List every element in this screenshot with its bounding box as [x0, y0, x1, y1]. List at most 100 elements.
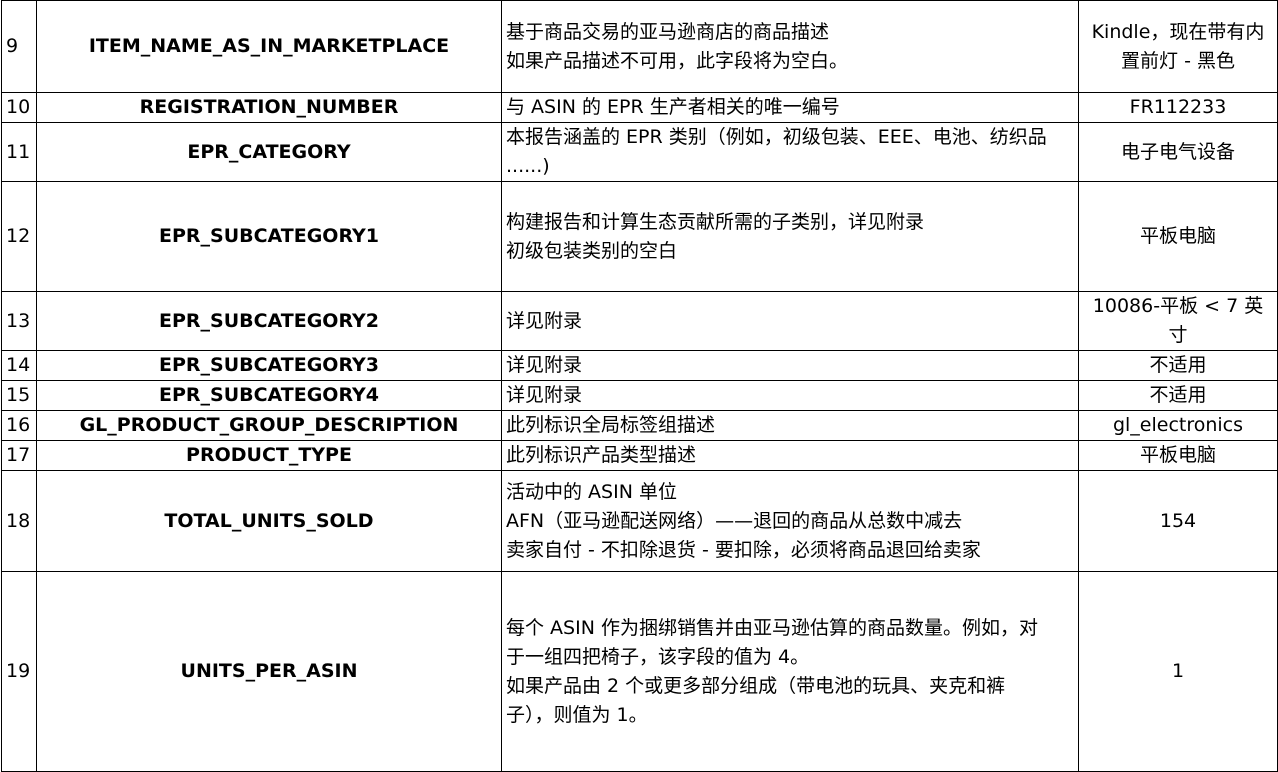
table-row: 18 TOTAL_UNITS_SOLD 活动中的 ASIN 单位 AFN（亚马逊配送网…: [1, 470, 1278, 572]
description-line: AFN（亚马逊配送网络）——退回的商品从总数中减去: [506, 509, 963, 532]
row-number-cell: 18: [1, 470, 37, 572]
description-line: 此列标识全局标签组描述: [506, 414, 716, 436]
row-number: 16: [6, 414, 31, 436]
row-number-cell: 14: [1, 350, 37, 381]
field-name: GL_PRODUCT_GROUP_DESCRIPTION: [79, 414, 459, 436]
field-name-cell: ITEM_NAME_AS_IN_MARKETPLACE: [36, 0, 502, 93]
example-line: FR112233: [1129, 96, 1227, 118]
description-line: 于一组四把椅子，该字段的值为 4。: [506, 645, 810, 668]
field-name-cell: GL_PRODUCT_GROUP_DESCRIPTION: [36, 410, 502, 441]
description-line: 如果产品描述不可用，此字段将为空白。: [506, 49, 849, 72]
field-name-cell: EPR_SUBCATEGORY3: [36, 350, 502, 381]
row-number-cell: 15: [1, 380, 37, 411]
example-line: Kindle，现在带有内: [1091, 20, 1265, 43]
example-cell: 不适用: [1078, 350, 1278, 381]
table-row: 16 GL_PRODUCT_GROUP_DESCRIPTION 此列标识全局标签组描…: [1, 410, 1278, 441]
field-name: ITEM_NAME_AS_IN_MARKETPLACE: [88, 35, 450, 57]
example-line: 不适用: [1149, 354, 1207, 376]
row-number: 13: [6, 309, 31, 332]
description-cell: 与 ASIN 的 EPR 生产者相关的唯一编号: [501, 92, 1079, 123]
description-line: 详见附录: [506, 384, 583, 406]
example-cell: 10086-平板 < 7 英寸: [1078, 291, 1278, 351]
field-name-cell: EPR_SUBCATEGORY1: [36, 181, 502, 292]
field-name-cell: TOTAL_UNITS_SOLD: [36, 470, 502, 572]
description-line: 详见附录: [506, 354, 583, 376]
example-line: 10086-平板 < 7 英: [1092, 295, 1264, 317]
row-number-cell: 11: [1, 122, 37, 182]
example-line: 不适用: [1149, 384, 1207, 406]
example-cell: 平板电脑: [1078, 181, 1278, 292]
table-row: 14 EPR_SUBCATEGORY3 详见附录 不适用: [1, 350, 1278, 381]
field-definition-table: 9 ITEM_NAME_AS_IN_MARKETPLACE 基于商品交易的亚马逊商店…: [1, 0, 1278, 772]
description-line: ......): [506, 155, 550, 177]
example-line: 电子电气设备: [1120, 140, 1235, 163]
description-cell: 此列标识产品类型描述: [501, 440, 1079, 471]
field-name-cell: PRODUCT_TYPE: [36, 440, 502, 471]
row-number-cell: 12: [1, 181, 37, 292]
row-number: 11: [6, 140, 31, 163]
description-cell: 本报告涵盖的 EPR 类别（例如，初级包装、EEE、电池、纺织品......): [501, 122, 1079, 182]
row-number: 15: [6, 384, 31, 406]
description-line: 本报告涵盖的 EPR 类别（例如，初级包装、EEE、电池、纺织品: [506, 126, 1047, 148]
row-number: 18: [6, 509, 31, 532]
field-name: EPR_SUBCATEGORY2: [158, 309, 380, 332]
example-line: 平板电脑: [1139, 444, 1216, 466]
example-cell: 154: [1078, 470, 1278, 572]
description-cell: 详见附录: [501, 350, 1079, 381]
example-cell: 电子电气设备: [1078, 122, 1278, 182]
row-number-cell: 9: [1, 0, 37, 93]
field-name-cell: EPR_SUBCATEGORY4: [36, 380, 502, 411]
row-number: 14: [6, 354, 31, 376]
description-line: 基于商品交易的亚马逊商店的商品描述: [506, 20, 830, 43]
example-line: 寸: [1168, 324, 1188, 346]
field-name: TOTAL_UNITS_SOLD: [164, 509, 374, 532]
table-row: 9 ITEM_NAME_AS_IN_MARKETPLACE 基于商品交易的亚马逊商店…: [1, 0, 1278, 93]
example-cell: gl_electronics: [1078, 410, 1278, 441]
table-body: 9 ITEM_NAME_AS_IN_MARKETPLACE 基于商品交易的亚马逊商店…: [1, 0, 1278, 772]
description-cell: 构建报告和计算生态贡献所需的子类别，详见附录 初级包装类别的空白: [501, 181, 1079, 292]
row-number-cell: 10: [1, 92, 37, 123]
description-cell: 活动中的 ASIN 单位 AFN（亚马逊配送网络）——退回的商品从总数中减去 卖家自…: [501, 470, 1079, 572]
table-row: 19 UNITS_PER_ASIN 每个 ASIN 作为捆绑销售并由亚马逊估算的商品…: [1, 571, 1278, 772]
description-line: 卖家自付 - 不扣除退货 - 要扣除，必须将商品退回给卖家: [506, 538, 981, 561]
table-row: 11 EPR_CATEGORY 本报告涵盖的 EPR 类别（例如，初级包装、EEE、…: [1, 122, 1278, 182]
table-row: 13 EPR_SUBCATEGORY2 详见附录 10086-平板 < 7 英寸: [1, 291, 1278, 351]
row-number-cell: 16: [1, 410, 37, 441]
example-line: 1: [1171, 660, 1185, 682]
description-line: 详见附录: [506, 309, 583, 332]
example-line: 平板电脑: [1139, 225, 1216, 247]
example-cell: 平板电脑: [1078, 440, 1278, 471]
description-line: 每个 ASIN 作为捆绑销售并由亚马逊估算的商品数量。例如，对: [506, 616, 1038, 639]
row-number: 12: [6, 225, 31, 247]
row-number: 19: [6, 660, 31, 682]
row-number-cell: 13: [1, 291, 37, 351]
table-row: 10 REGISTRATION_NUMBER 与 ASIN 的 EPR 生产者相关的…: [1, 92, 1278, 123]
field-name: EPR_SUBCATEGORY1: [158, 225, 380, 247]
example-cell: FR112233: [1078, 92, 1278, 123]
field-name: EPR_SUBCATEGORY3: [158, 354, 380, 376]
field-name-cell: UNITS_PER_ASIN: [36, 571, 502, 772]
example-cell: Kindle，现在带有内 置前灯 - 黑色: [1078, 0, 1278, 93]
example-line: 置前灯 - 黑色: [1121, 49, 1235, 72]
description-line: 子），则值为 1。: [506, 703, 648, 726]
field-name: PRODUCT_TYPE: [186, 444, 352, 466]
field-name-cell: REGISTRATION_NUMBER: [36, 92, 502, 123]
description-line: 与 ASIN 的 EPR 生产者相关的唯一编号: [506, 96, 840, 118]
description-line: 构建报告和计算生态贡献所需的子类别，详见附录: [506, 210, 925, 233]
example-line: 154: [1159, 509, 1197, 532]
field-name: EPR_SUBCATEGORY4: [158, 384, 380, 406]
table-row: 12 EPR_SUBCATEGORY1 构建报告和计算生态贡献所需的子类别，详见附录…: [1, 181, 1278, 292]
table-row: 17 PRODUCT_TYPE 此列标识产品类型描述 平板电脑: [1, 440, 1278, 471]
example-cell: 不适用: [1078, 380, 1278, 411]
description-line: 初级包装类别的空白: [506, 239, 678, 262]
example-line: gl_electronics: [1112, 414, 1244, 436]
description-cell: 每个 ASIN 作为捆绑销售并由亚马逊估算的商品数量。例如，对 于一组四把椅子，该…: [501, 571, 1079, 772]
table-row: 15 EPR_SUBCATEGORY4 详见附录 不适用: [1, 380, 1278, 411]
description-line: 如果产品由 2 个或更多部分组成（带电池的玩具、夹克和裤: [506, 674, 1006, 697]
description-line: 此列标识产品类型描述: [506, 444, 697, 466]
description-cell: 此列标识全局标签组描述: [501, 410, 1079, 441]
example-cell: 1: [1078, 571, 1278, 772]
field-name-cell: EPR_SUBCATEGORY2: [36, 291, 502, 351]
description-cell: 基于商品交易的亚马逊商店的商品描述 如果产品描述不可用，此字段将为空白。: [501, 0, 1079, 93]
field-name: REGISTRATION_NUMBER: [139, 96, 399, 118]
